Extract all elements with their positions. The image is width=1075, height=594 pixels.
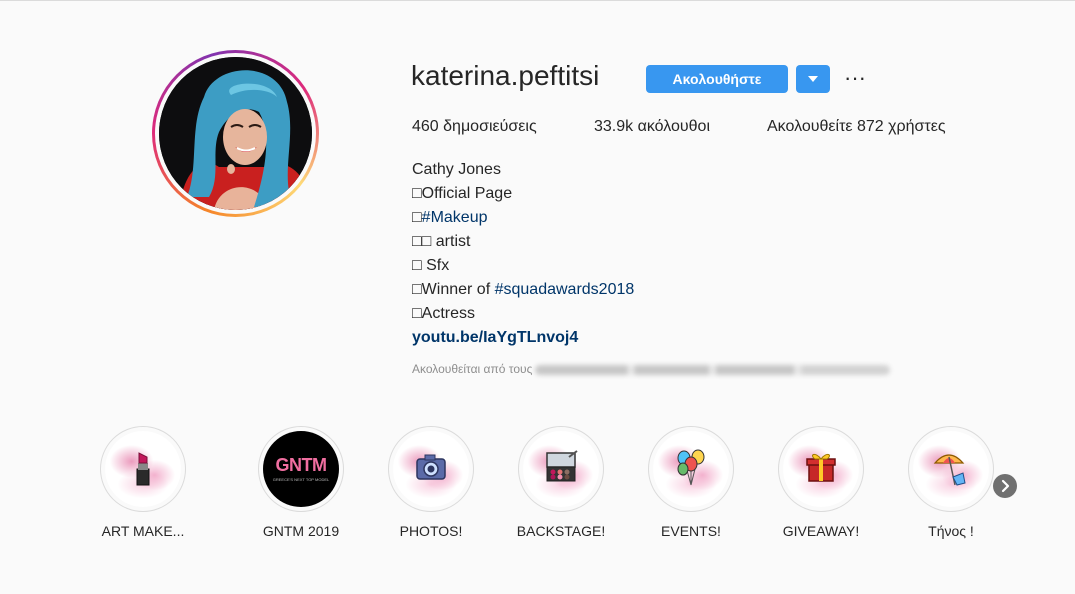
bio-website-link[interactable]: youtu.be/IaYgTLnvoj4 bbox=[412, 326, 634, 350]
bio-full-name: Cathy Jones bbox=[412, 161, 501, 178]
camera-icon bbox=[393, 431, 469, 507]
profile-avatar[interactable] bbox=[152, 50, 319, 217]
follow-button[interactable]: Ακολουθήστε bbox=[646, 65, 788, 93]
profile-bio: Cathy Jones □Official Page □#Makeup □□ a… bbox=[412, 158, 634, 350]
followed-by-text[interactable]: Ακολουθείται από τους bbox=[412, 362, 891, 376]
highlight-backstage[interactable]: BACKSTAGE! bbox=[506, 426, 616, 546]
top-divider bbox=[0, 0, 1075, 1]
hashtag-squadawards-link[interactable]: #squadawards2018 bbox=[495, 281, 635, 298]
bio-line: □ Sfx bbox=[412, 257, 450, 274]
gntm-logo: GNTM GREECE'S NEXT TOP MODEL bbox=[263, 431, 339, 507]
highlight-tinos[interactable]: Τήνος ! bbox=[896, 426, 1006, 546]
beach-umbrella-icon bbox=[913, 431, 989, 507]
balloons-icon bbox=[653, 431, 729, 507]
following-link[interactable]: Ακολουθείτε 872 χρήστες bbox=[767, 118, 946, 136]
posts-count: 460 δημοσιεύσεις bbox=[412, 118, 537, 135]
chevron-down-icon bbox=[808, 76, 818, 82]
highlight-gntm-2019[interactable]: GNTM GREECE'S NEXT TOP MODEL GNTM 2019 bbox=[246, 426, 356, 546]
highlight-art-makeup[interactable]: ART MAKE... bbox=[88, 426, 198, 546]
chevron-right-icon bbox=[1001, 479, 1010, 493]
hashtag-makeup-link[interactable]: #Makeup bbox=[422, 209, 488, 226]
suggestions-dropdown-button[interactable] bbox=[796, 65, 830, 93]
profile-username: katerina.peftitsi bbox=[411, 60, 600, 91]
more-options-button[interactable]: ··· bbox=[843, 66, 867, 90]
avatar-photo bbox=[159, 57, 312, 210]
bio-line: □Actress bbox=[412, 305, 476, 322]
highlight-giveaway[interactable]: GIVEAWAY! bbox=[766, 426, 876, 546]
blurred-followers-list bbox=[535, 364, 891, 375]
highlight-photos[interactable]: PHOTOS! bbox=[376, 426, 486, 546]
highlight-events[interactable]: EVENTS! bbox=[636, 426, 746, 546]
bio-line: □Official Page bbox=[412, 185, 513, 202]
bio-line: □□ artist bbox=[412, 233, 471, 250]
bio-line: □#Makeup bbox=[412, 209, 488, 226]
makeup-palette-icon bbox=[523, 431, 599, 507]
highlights-next-button[interactable] bbox=[993, 474, 1017, 498]
gift-icon bbox=[783, 431, 859, 507]
bio-line: □Winner of #squadawards2018 bbox=[412, 281, 635, 298]
followers-link[interactable]: 33.9k ακόλουθοι bbox=[594, 118, 710, 136]
lipstick-icon bbox=[105, 431, 181, 507]
